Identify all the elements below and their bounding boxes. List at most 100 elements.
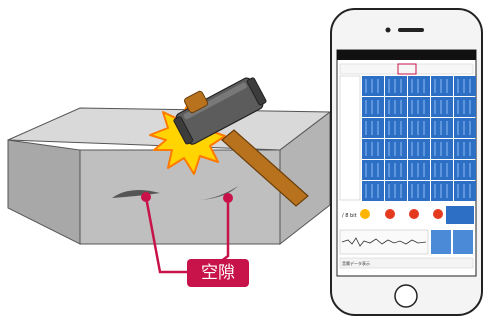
spectrogram-streak <box>423 121 425 135</box>
spectrogram-header <box>339 63 474 75</box>
phone-camera <box>385 27 391 33</box>
spectrogram-streak <box>388 163 390 177</box>
spectrogram-streak <box>371 142 373 156</box>
spectrogram-streak <box>365 142 367 156</box>
void-marker-right <box>223 193 233 203</box>
spectrogram-streak <box>446 184 448 198</box>
spectrogram-streak <box>371 163 373 177</box>
spectrogram-streak <box>394 121 396 135</box>
spectrogram-streak <box>457 142 459 156</box>
spectrogram-streak <box>411 100 413 114</box>
stop-button-2[interactable] <box>409 209 419 219</box>
bottom-label: 音響データ表示 <box>342 260 370 266</box>
spectrogram-streak <box>446 121 448 135</box>
void-label: 空隙 <box>187 259 249 287</box>
spectrogram-streak <box>469 184 471 198</box>
spectrogram-streak <box>469 121 471 135</box>
spectrogram-streak <box>417 163 419 177</box>
spectrogram-streak <box>411 184 413 198</box>
spectrogram-streak <box>417 184 419 198</box>
spectrogram-streak <box>434 142 436 156</box>
spectrogram-streak <box>371 121 373 135</box>
spectrogram-streak <box>457 184 459 198</box>
spectrogram-streak <box>365 121 367 135</box>
spectrogram-streak <box>388 79 390 93</box>
spectrogram-streak <box>469 100 471 114</box>
spectrogram-streak <box>457 163 459 177</box>
void-marker-left <box>141 192 151 202</box>
spectrogram-streak <box>400 184 402 198</box>
spectrogram-streak <box>440 163 442 177</box>
spectrogram-streak <box>377 100 379 114</box>
spectrogram-streak <box>417 142 419 156</box>
spectrogram-streak <box>446 163 448 177</box>
spectrogram-streak <box>371 100 373 114</box>
spectrogram-streak <box>463 163 465 177</box>
spectrogram-streak <box>463 100 465 114</box>
spectrogram-streak <box>400 79 402 93</box>
spectrogram-streak <box>365 100 367 114</box>
spectrogram-streak <box>411 121 413 135</box>
spectrogram-streak <box>417 121 419 135</box>
spectrogram-streak <box>463 79 465 93</box>
spectrogram-streak <box>423 184 425 198</box>
spectrogram-streak <box>417 100 419 114</box>
spectrogram-streak <box>423 142 425 156</box>
spectrogram-streak <box>388 100 390 114</box>
spectrogram-streak <box>434 184 436 198</box>
spectrogram-streak <box>463 121 465 135</box>
phone-screen-topbar <box>337 50 476 60</box>
record-button-yellow[interactable] <box>360 209 370 219</box>
spectrogram-streak <box>377 184 379 198</box>
spectrogram-streak <box>394 79 396 93</box>
spectrogram-streak <box>446 100 448 114</box>
spectrogram-streak <box>434 79 436 93</box>
mini-spectrogram-1 <box>431 230 451 254</box>
spectrogram-streak <box>469 142 471 156</box>
spectrogram-streak <box>440 79 442 93</box>
block-left-face <box>7 139 81 245</box>
spectrogram-streak <box>457 79 459 93</box>
spectrogram-streak <box>411 79 413 93</box>
spectrogram-streak <box>365 79 367 93</box>
phone-speaker <box>398 28 424 32</box>
spectrogram-streak <box>400 100 402 114</box>
spectrogram-streak <box>400 142 402 156</box>
spectrogram-streak <box>463 142 465 156</box>
spectrogram-streak <box>371 184 373 198</box>
spectrogram-streak <box>423 79 425 93</box>
spectrogram-streak <box>434 121 436 135</box>
spectrogram-streak <box>365 184 367 198</box>
spectrogram-streak <box>423 163 425 177</box>
stop-button-1[interactable] <box>385 209 395 219</box>
mini-spectrogram-2 <box>453 230 473 254</box>
spectrogram-streak <box>446 79 448 93</box>
spectrogram-streak <box>417 79 419 93</box>
spectrogram-streak <box>377 163 379 177</box>
spectrogram-side-column <box>339 75 361 201</box>
app-value-label: / 8 bit <box>342 213 357 219</box>
spectrogram-streak <box>411 163 413 177</box>
spectrogram-streak <box>440 142 442 156</box>
spectrogram-streak <box>365 163 367 177</box>
stop-button-3[interactable] <box>433 209 443 219</box>
spectrogram-streak <box>388 121 390 135</box>
spectrogram-streak <box>394 184 396 198</box>
spectrogram-streak <box>388 184 390 198</box>
spectrogram-streak <box>388 142 390 156</box>
spectrogram-streak <box>440 121 442 135</box>
spectrogram-streak <box>400 121 402 135</box>
waveform-area <box>339 229 473 255</box>
spectrogram-streak <box>394 163 396 177</box>
spectrogram-streak <box>463 184 465 198</box>
spectrogram-streak <box>469 163 471 177</box>
spectrogram-streak <box>469 79 471 93</box>
spectrogram-streak <box>394 100 396 114</box>
spectrogram-streak <box>411 142 413 156</box>
bottom-row: 音響データ表示 <box>339 257 474 269</box>
spectrogram-streak <box>457 121 459 135</box>
spectrogram-streak <box>434 163 436 177</box>
home-button-icon[interactable] <box>394 284 418 308</box>
spectrogram-streak <box>440 100 442 114</box>
spectrogram-streak <box>440 184 442 198</box>
